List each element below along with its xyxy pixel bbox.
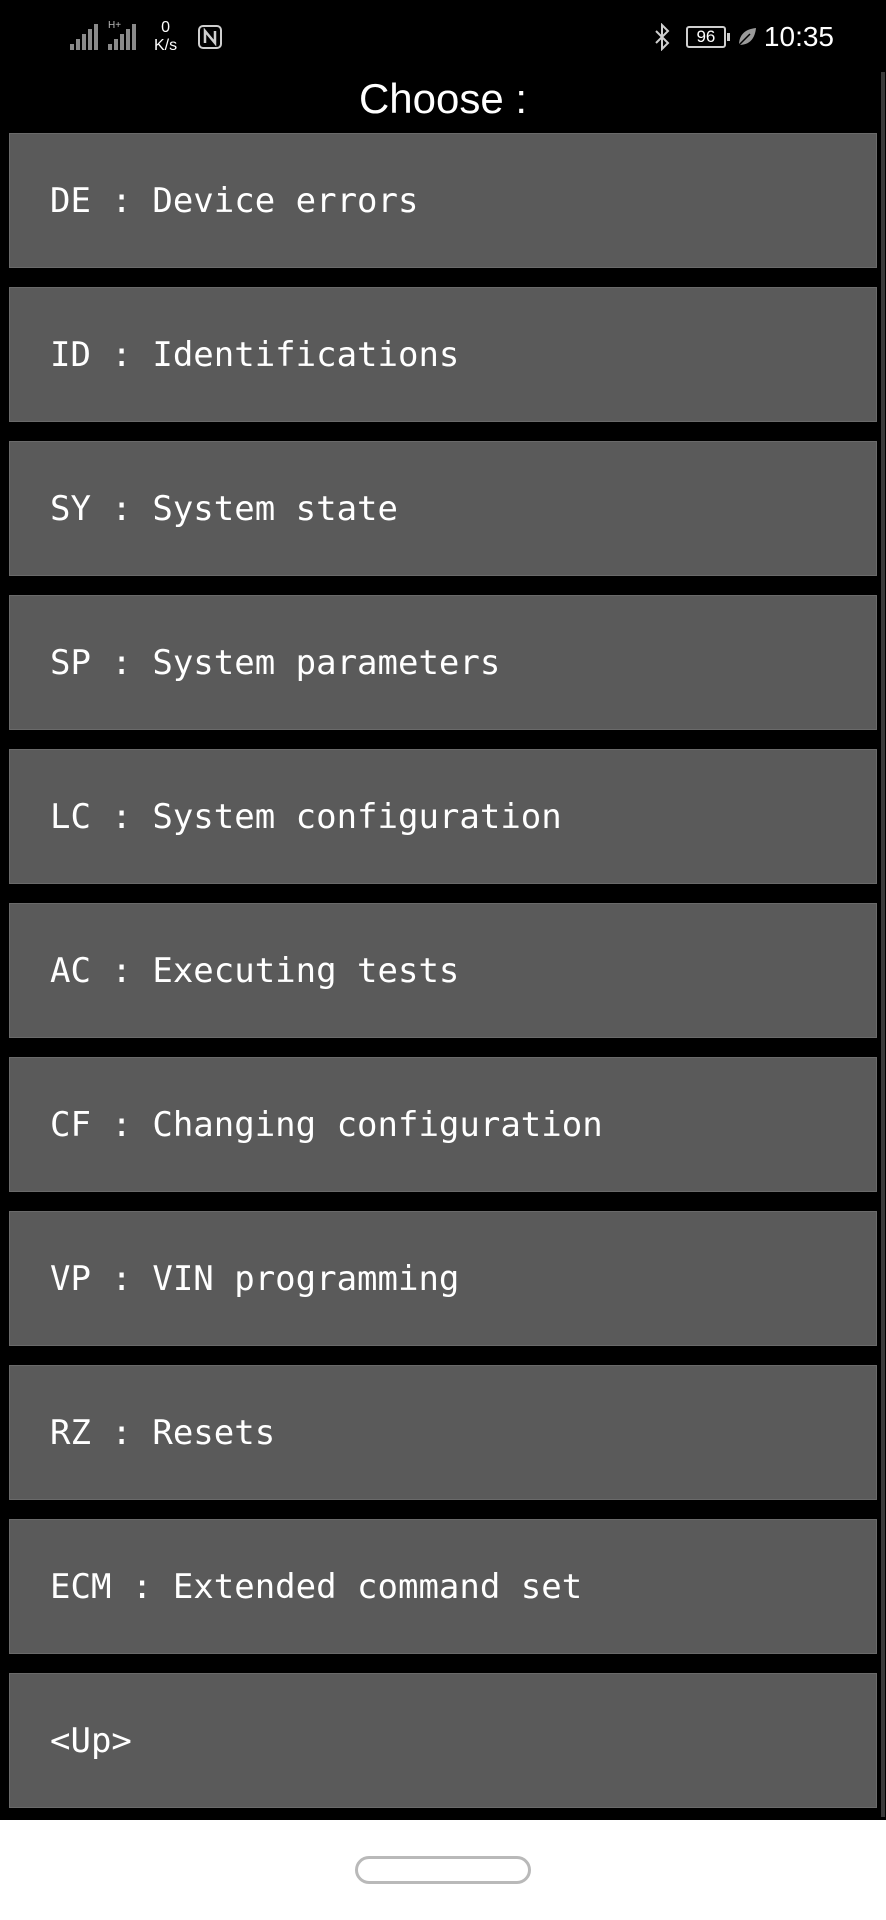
menu-list: DE : Device errors ID : Identifications … (9, 133, 877, 1827)
status-bar-right: 96 10:35 (652, 14, 834, 60)
battery-level: 96 (696, 27, 716, 46)
status-bar: H+ 0 K/s 96 10:35 (0, 0, 886, 72)
navigation-bar (0, 1820, 886, 1920)
status-bar-left: H+ 0 K/s (70, 14, 223, 60)
home-gesture-handle[interactable] (355, 1856, 531, 1884)
network-speed: 0 K/s (154, 19, 177, 55)
menu-item-system-state[interactable]: SY : System state (9, 441, 877, 576)
battery-icon: 96 (685, 26, 730, 48)
menu-item-system-parameters[interactable]: SP : System parameters (9, 595, 877, 730)
menu-item-up[interactable]: <Up> (9, 1673, 877, 1808)
cell-signal-icon: H+ (108, 20, 138, 50)
network-speed-unit: K/s (154, 37, 178, 54)
menu-item-changing-configuration[interactable]: CF : Changing configuration (9, 1057, 877, 1192)
menu-item-extended-command-set[interactable]: ECM : Extended command set (9, 1519, 877, 1654)
menu-item-device-errors[interactable]: DE : Device errors (9, 133, 877, 268)
scrollbar[interactable] (881, 72, 885, 1817)
menu-item-identifications[interactable]: ID : Identifications (9, 287, 877, 422)
menu-item-resets[interactable]: RZ : Resets (9, 1365, 877, 1500)
network-speed-value: 0 (161, 19, 171, 36)
leaf-icon (738, 28, 756, 46)
bluetooth-icon (655, 23, 670, 51)
cell-signal-icon (70, 24, 100, 50)
clock: 10:35 (763, 21, 834, 52)
page-title: Choose : (358, 75, 528, 122)
network-type-label: H+ (108, 20, 122, 31)
menu-item-system-configuration[interactable]: LC : System configuration (9, 749, 877, 884)
menu-item-executing-tests[interactable]: AC : Executing tests (9, 903, 877, 1038)
menu-item-vin-programming[interactable]: VP : VIN programming (9, 1211, 877, 1346)
nfc-icon (198, 25, 223, 49)
